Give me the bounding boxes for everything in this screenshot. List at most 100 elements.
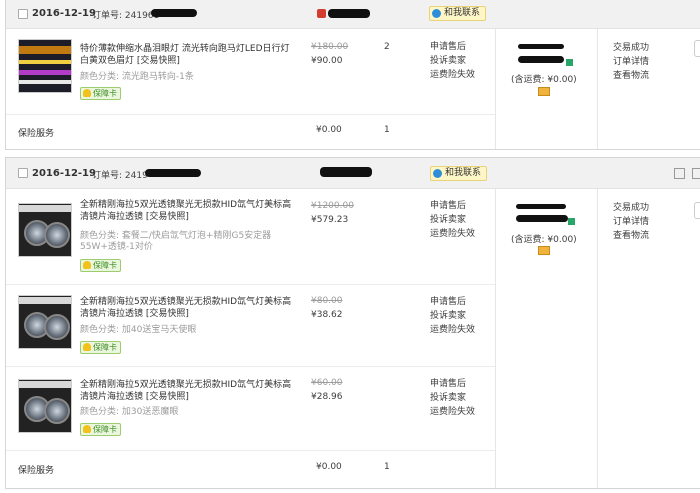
after-sale-actions: 申请售后 投诉卖家 运费险失效 [430,199,475,241]
original-price: ¥80.00 [311,296,343,306]
redacted-shop-name [320,167,372,177]
order-item-row: 特价薄款伸缩水晶泪眼灯 流光转向跑马灯LED日行灯 白黄双色眉灯 [交易快照] … [6,29,700,114]
product-thumbnail[interactable] [18,39,72,93]
shipping-insurance-status: 运费险失效 [430,407,476,417]
shipping-insurance-status: 运费险失效 [430,229,476,239]
original-price: ¥1200.00 [311,201,354,211]
complain-seller-link[interactable]: 投诉卖家 [430,391,475,405]
order-number: 订单号: 241961 [92,11,160,21]
insurance-quantity: 1 [384,462,390,472]
view-logistics-link[interactable]: 查看物流 [613,229,649,243]
order-action-button[interactable] [694,40,700,57]
export-icon[interactable] [692,168,700,179]
quantity: 2 [384,42,390,52]
order-status-actions: 交易成功 订单详情 查看物流 [613,41,649,83]
share-icon[interactable] [674,168,685,179]
guarantee-badge-label: 保障卡 [93,343,117,352]
after-sale-actions: 申请售后 投诉卖家 运费险失效 [430,377,475,419]
redacted-total [516,215,568,222]
product-title-link[interactable]: 全新精刚海拉5双光透镜聚光无损款HID氙气灯美标高清镜片海拉透镜 [交易快照] [80,199,300,223]
shield-icon [83,89,91,97]
view-logistics-link[interactable]: 查看物流 [613,69,649,83]
apply-after-sale-link[interactable]: 申请售后 [430,199,475,213]
insurance-label: 保险服务 [18,466,55,476]
order-card: 2016-12-19 订单号: 241961 和我联系 特价薄款伸缩水晶泪眼灯 … [5,0,700,150]
contact-seller-button[interactable]: 和我联系 [429,6,487,21]
guarantee-badge[interactable]: 保障卡 [80,87,121,100]
order-date: 2016-12-19 [32,168,96,179]
redacted-total [518,56,564,63]
order-item-row: 全新精刚海拉5双光透镜聚光无损款HID氙气灯美标高清镜片海拉透镜 [交易快照] … [6,367,700,450]
shipping-fee: (含运费: ¥0.00) [511,75,577,85]
wangwang-icon [432,9,441,18]
shield-icon [83,261,91,269]
redacted-total [518,44,564,49]
product-attribute: 颜色分类: 流光跑马转向-1条 [80,72,194,82]
card-icon [538,246,550,255]
original-price: ¥180.00 [311,42,349,52]
original-price: ¥60.00 [311,378,343,388]
order-checkbox[interactable] [18,168,28,178]
redacted-order-number [151,9,197,17]
shop-icon [317,9,326,18]
order-checkbox[interactable] [18,9,28,19]
product-title-link[interactable]: 特价薄款伸缩水晶泪眼灯 流光转向跑马灯LED日行灯 白黄双色眉灯 [交易快照] [80,43,300,67]
guarantee-badge-label: 保障卡 [93,89,117,98]
insurance-quantity: 1 [384,125,390,135]
order-detail-link[interactable]: 订单详情 [613,55,649,69]
contact-seller-button[interactable]: 和我联系 [430,166,488,181]
product-thumbnail[interactable] [18,203,72,257]
payment-method-icon [566,59,573,66]
order-number: 订单号: 2419 [92,171,148,181]
insurance-price: ¥0.00 [316,125,342,135]
order-action-button[interactable] [694,202,700,219]
apply-after-sale-link[interactable]: 申请售后 [430,295,475,309]
wangwang-icon [433,169,442,178]
insurance-row: 保险服务 ¥0.00 1 [6,115,700,148]
apply-after-sale-link[interactable]: 申请售后 [430,40,475,54]
product-attribute: 颜色分类: 加40送宝马天使眼 [80,325,197,335]
trade-status: 交易成功 [613,203,650,213]
shield-icon [83,425,91,433]
shipping-fee: (含运费: ¥0.00) [511,235,577,245]
product-thumbnail[interactable] [18,295,72,349]
guarantee-badge[interactable]: 保障卡 [80,341,121,354]
insurance-row: 保险服务 ¥0.00 1 [6,451,700,487]
unit-price: ¥28.96 [311,392,343,402]
unit-price: ¥579.23 [311,215,349,225]
insurance-label: 保险服务 [18,129,55,139]
shipping-insurance-status: 运费险失效 [430,325,476,335]
order-detail-link[interactable]: 订单详情 [613,215,649,229]
guarantee-badge[interactable]: 保障卡 [80,259,121,272]
redacted-shop-name [328,9,370,18]
complain-seller-link[interactable]: 投诉卖家 [430,54,475,68]
product-thumbnail[interactable] [18,379,72,433]
redacted-order-number [145,169,201,177]
product-title-link[interactable]: 全新精刚海拉5双光透镜聚光无损款HID氙气灯美标高清镜片海拉透镜 [交易快照] [80,296,300,320]
guarantee-badge-label: 保障卡 [93,261,117,270]
complain-seller-link[interactable]: 投诉卖家 [430,309,475,323]
contact-seller-label: 和我联系 [444,8,481,18]
unit-price: ¥90.00 [311,56,343,66]
order-date: 2016-12-19 [32,8,96,19]
trade-status: 交易成功 [613,43,650,53]
product-title-link[interactable]: 全新精刚海拉5双光透镜聚光无损款HID氙气灯美标高清镜片海拉透镜 [交易快照] [80,379,300,403]
order-header: 2016-12-19 订单号: 2419 和我联系 [6,158,700,189]
card-icon [538,87,550,96]
payment-method-icon [568,218,575,225]
complain-seller-link[interactable]: 投诉卖家 [430,213,475,227]
order-header: 2016-12-19 订单号: 241961 和我联系 [6,0,700,29]
order-card: 2016-12-19 订单号: 2419 和我联系 全新精刚海拉5双光透镜聚光无… [5,157,700,489]
contact-seller-label: 和我联系 [445,168,482,178]
unit-price: ¥38.62 [311,310,343,320]
order-item-row: 全新精刚海拉5双光透镜聚光无损款HID氙气灯美标高清镜片海拉透镜 [交易快照] … [6,189,700,284]
product-attribute: 颜色分类: 套餐二/快启氙气灯泡+精刚G5安定器55W+透镜-1对价 [80,231,272,252]
shipping-insurance-status: 运费险失效 [430,70,476,80]
apply-after-sale-link[interactable]: 申请售后 [430,377,475,391]
insurance-price: ¥0.00 [316,462,342,472]
guarantee-badge[interactable]: 保障卡 [80,423,121,436]
after-sale-actions: 申请售后 投诉卖家 运费险失效 [430,40,475,82]
order-status-actions: 交易成功 订单详情 查看物流 [613,201,649,243]
order-item-row: 全新精刚海拉5双光透镜聚光无损款HID氙气灯美标高清镜片海拉透镜 [交易快照] … [6,285,700,366]
after-sale-actions: 申请售后 投诉卖家 运费险失效 [430,295,475,337]
